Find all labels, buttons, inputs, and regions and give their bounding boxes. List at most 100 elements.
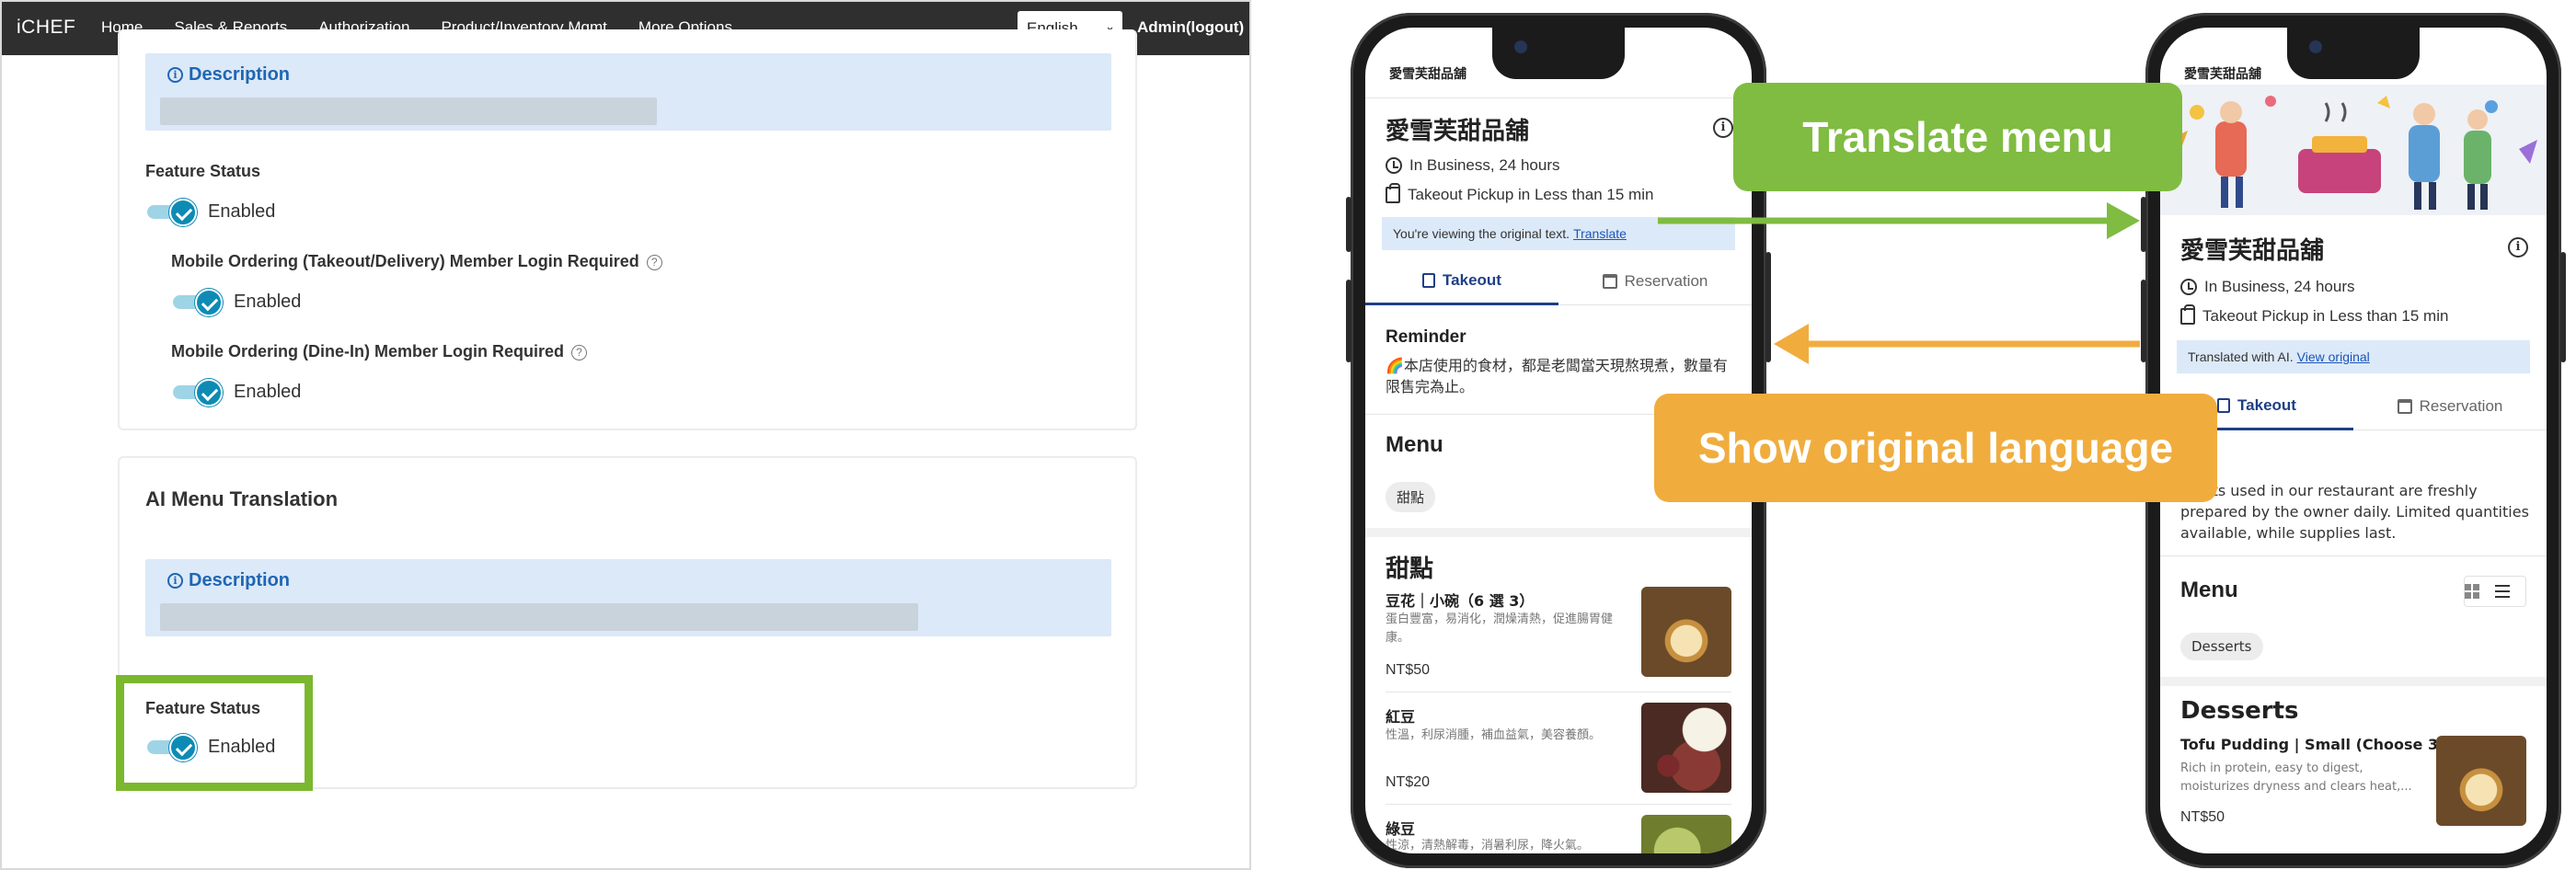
feature-status-highlight-box <box>116 675 313 791</box>
translation-banner-text: You're viewing the original text. <box>1393 226 1570 241</box>
view-original-link[interactable]: View original <box>2297 349 2370 364</box>
shopping-bag-icon <box>2180 304 2195 325</box>
clock-icon <box>2180 279 2197 295</box>
business-hours-text: In Business, 24 hours <box>1409 156 1560 174</box>
reminder-title: Reminder <box>1386 327 1466 347</box>
takeout-login-value: Enabled <box>234 291 302 312</box>
category-chip[interactable]: Desserts <box>2180 633 2263 660</box>
phone-notch <box>1492 28 1625 79</box>
feature-status-toggle-row: Enabled <box>147 199 276 226</box>
category-heading: 甜點 <box>1386 555 1434 583</box>
order-type-tabs: Takeout Reservation <box>2160 383 2547 430</box>
description-title: Description <box>189 64 291 85</box>
menu-item-description: 性涼，清熱解毒，消暑利尿，降火氣。 <box>1386 839 1590 853</box>
tab-reservation[interactable]: Reservation <box>1558 258 1752 305</box>
phone-translated-screen: 愛雪芙甜品舖 愛雪芙甜品舖 i In Business, 24 hours Ta… <box>2160 28 2547 853</box>
help-icon[interactable]: ? <box>571 345 588 361</box>
description-placeholder-bar <box>160 603 918 631</box>
menu-title: Menu <box>2180 578 2238 602</box>
arrow-right-icon <box>2107 202 2140 239</box>
grid-view-button[interactable] <box>2465 577 2495 606</box>
reminder-text: dients used in our restaurant are freshl… <box>2180 482 2529 542</box>
camera-icon <box>1514 40 1527 53</box>
dinein-login-toggle[interactable] <box>173 379 224 406</box>
translate-menu-callout: Translate menu <box>1733 83 2182 191</box>
takeout-login-label: Mobile Ordering (Takeout/Delivery) Membe… <box>171 252 662 271</box>
pickup-time: Takeout Pickup in Less than 15 min <box>1386 183 1654 204</box>
header-shop-name: 愛雪芙甜品舖 <box>1389 67 1466 82</box>
pickup-time: Takeout Pickup in Less than 15 min <box>2180 304 2449 326</box>
business-hours: In Business, 24 hours <box>1386 156 1559 175</box>
view-mode-toggle <box>2464 576 2526 607</box>
list-icon <box>2495 585 2525 598</box>
arrow-left-icon <box>1774 324 1809 364</box>
menu-item-name[interactable]: 綠豆 <box>1386 817 1415 839</box>
show-original-callout: Show original language <box>1654 394 2217 502</box>
shop-name: 愛雪芙甜品舖 <box>2180 237 2325 265</box>
shopping-bag-icon <box>1386 183 1400 203</box>
ichef-logo[interactable]: iCHEF <box>17 17 75 39</box>
description-heading: i Description <box>167 64 290 86</box>
calendar-icon <box>2397 399 2412 414</box>
business-hours-text: In Business, 24 hours <box>2204 278 2355 295</box>
translation-banner: Translated with AI. View original <box>2177 340 2530 373</box>
shop-banner-illustration <box>2160 85 2547 215</box>
feature-status-label: Feature Status <box>145 162 261 180</box>
info-icon: i <box>167 573 183 589</box>
tab-reservation-label: Reservation <box>2419 397 2503 415</box>
takeout-login-label-text: Mobile Ordering (Takeout/Delivery) Membe… <box>171 252 639 270</box>
tofu-pudding-image[interactable] <box>2436 736 2526 826</box>
list-view-button[interactable] <box>2495 577 2525 606</box>
category-heading: Desserts <box>2180 697 2299 725</box>
dinein-login-value: Enabled <box>234 381 302 402</box>
translate-link[interactable]: Translate <box>1573 226 1627 241</box>
business-hours: In Business, 24 hours <box>2180 278 2354 296</box>
menu-item-name[interactable]: Tofu Pudding | Small (Choose 3) <box>2180 736 2444 753</box>
calendar-icon <box>1602 274 1617 289</box>
admin-settings-panel: iCHEF Home Sales & Reports Authorization… <box>0 0 1251 870</box>
menu-item-name[interactable]: 豆花｜小碗（6 選 3） <box>1386 589 1534 611</box>
ai-menu-translation-heading: AI Menu Translation <box>145 487 339 510</box>
tab-takeout-label: Takeout <box>1443 270 1501 289</box>
camera-icon <box>2309 40 2322 53</box>
category-chip[interactable]: 甜點 <box>1386 482 1436 512</box>
shop-info-icon[interactable]: i <box>1713 118 1733 138</box>
description-placeholder-bar <box>160 97 657 125</box>
tofu-pudding-image[interactable] <box>1641 587 1731 677</box>
description-box: i Description <box>145 53 1111 131</box>
tab-takeout[interactable]: Takeout <box>1365 258 1558 305</box>
clock-icon <box>1386 157 1402 174</box>
red-bean-image[interactable] <box>1641 703 1731 793</box>
dinein-login-label: Mobile Ordering (Dine-In) Member Login R… <box>171 342 588 361</box>
takeout-login-toggle[interactable] <box>173 289 224 316</box>
tab-reservation-label: Reservation <box>1624 272 1708 290</box>
member-login-settings-card: i Description Feature Status Enabled Mob… <box>118 29 1137 430</box>
description-title: Description <box>189 570 291 590</box>
help-icon[interactable]: ? <box>646 255 662 270</box>
reminder-text: 🌈本店使用的食材，都是老闆當天現熬現煮，數量有限售完為止。 <box>1386 357 1728 395</box>
feature-status-toggle[interactable] <box>147 199 199 226</box>
dinein-login-label-text: Mobile Ordering (Dine-In) Member Login R… <box>171 342 565 361</box>
description-heading: i Description <box>167 570 290 591</box>
menu-item-description: 性溫，利尿消腫，補血益氣，美容養顏。 <box>1386 728 1602 742</box>
order-type-tabs: Takeout Reservation <box>1365 258 1752 305</box>
shopping-bag-icon <box>2217 397 2231 413</box>
mung-bean-image[interactable] <box>1641 815 1731 853</box>
tab-reservation[interactable]: Reservation <box>2353 383 2547 430</box>
shop-name: 愛雪芙甜品舖 <box>1386 118 1530 145</box>
pickup-time-text: Takeout Pickup in Less than 15 min <box>2202 307 2449 325</box>
shop-info-icon[interactable]: i <box>2508 237 2528 258</box>
feature-status-value: Enabled <box>208 200 276 222</box>
description-box: i Description <box>145 559 1111 636</box>
check-icon <box>195 379 223 406</box>
shopping-bag-icon <box>1422 272 1436 288</box>
translation-banner: You're viewing the original text. Transla… <box>1382 217 1735 250</box>
info-icon: i <box>167 67 183 83</box>
grid-icon <box>2465 584 2495 599</box>
header-shop-name: 愛雪芙甜品舖 <box>2184 67 2261 82</box>
menu-item-description: Rich in protein, easy to digest, moistur… <box>2180 761 2412 794</box>
phone-notch <box>2287 28 2420 79</box>
menu-item-name[interactable]: 紅豆 <box>1386 704 1415 727</box>
admin-logout-link[interactable]: Admin(logout) <box>1137 18 1244 37</box>
pickup-time-text: Takeout Pickup in Less than 15 min <box>1408 186 1654 203</box>
